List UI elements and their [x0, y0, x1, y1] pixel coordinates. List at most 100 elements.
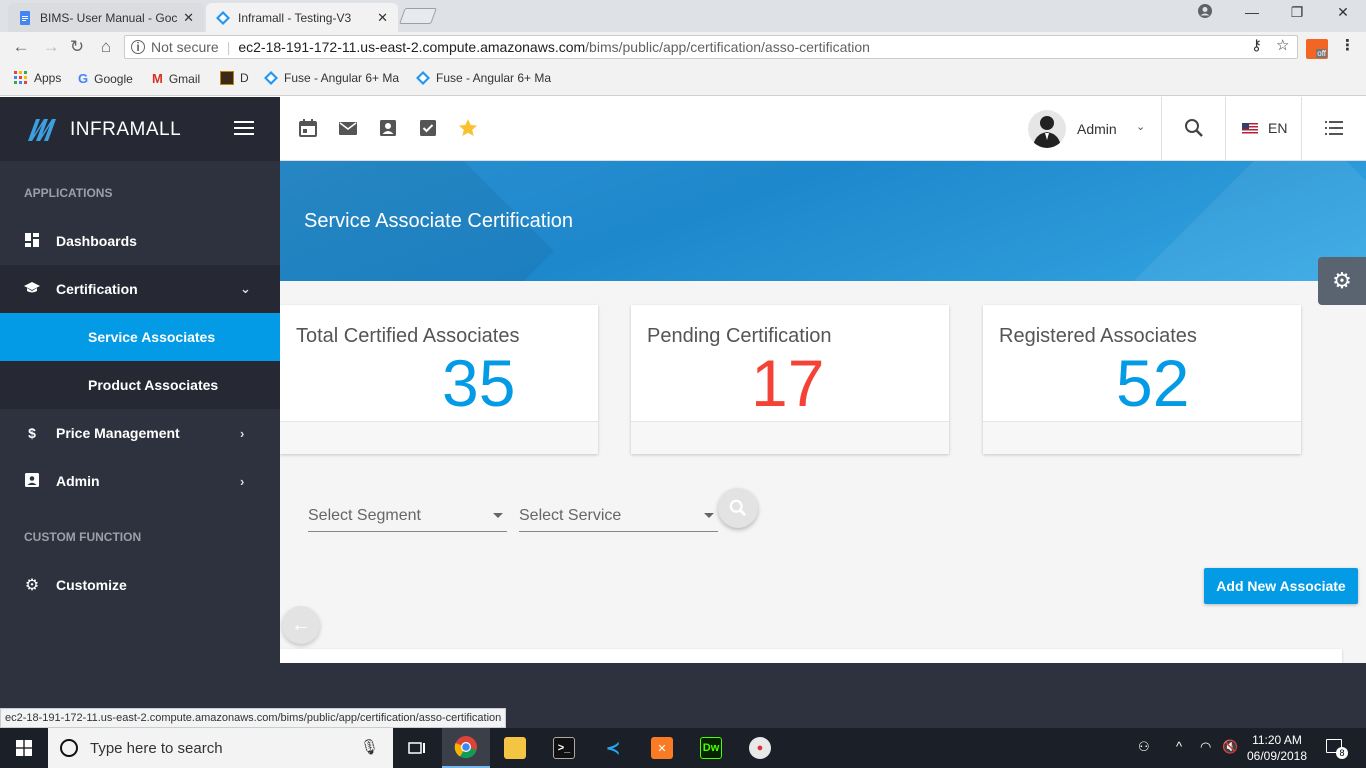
sidebar-item-label: Product Associates [88, 377, 219, 393]
hamburger-menu-icon[interactable] [234, 121, 254, 139]
us-flag-icon [1242, 122, 1258, 134]
sidebar-item-product-associates[interactable]: Product Associates [0, 361, 280, 409]
notification-count: 8 [1336, 747, 1348, 759]
school-icon [24, 281, 40, 298]
dreamweaver-icon: Dw [700, 737, 722, 759]
bookmark-google[interactable]: G Google [78, 71, 133, 86]
sidebar-header: INFRAMALL [0, 97, 280, 161]
sidebar-item-price-management[interactable]: $ Price Management › [0, 409, 280, 457]
segment-select[interactable]: Select Segment [308, 500, 507, 532]
app-toolbar: Admin ⌄ EN [280, 97, 1366, 161]
wifi-icon[interactable]: ◠ [1200, 739, 1211, 755]
bookmark-label: Fuse - Angular 6+ Ma [436, 71, 552, 85]
omnibox-divider: | [226, 39, 231, 55]
stat-value: 52 [1116, 346, 1190, 420]
restore-window-icon[interactable]: ❐ [1285, 4, 1309, 21]
sidebar-item-service-associates[interactable]: Service Associates [0, 313, 280, 361]
star-icon[interactable] [458, 118, 478, 138]
terminal-icon: >_ [553, 737, 575, 759]
paint-icon: ● [749, 737, 771, 759]
taskbar-dreamweaver[interactable]: Dw [687, 728, 735, 768]
back-arrow-icon[interactable]: ← [10, 37, 32, 57]
service-select[interactable]: Select Service [519, 500, 718, 532]
add-new-associate-button[interactable]: Add New Associate [1204, 568, 1358, 604]
windows-logo-icon [16, 740, 32, 756]
taskbar-search-box[interactable]: Type here to search 🎙 [48, 728, 393, 768]
search-button[interactable] [718, 488, 758, 528]
bookmark-label: D [240, 71, 249, 85]
bookmarks-bar: Apps G Google M Gmail D Fuse - Angular 6… [0, 62, 1366, 96]
taskbar-xampp[interactable]: ✕ [638, 728, 686, 768]
volume-muted-icon[interactable]: 🔇 [1222, 739, 1238, 755]
sidebar-item-customize[interactable]: ⚙ Customize [0, 561, 280, 609]
sidebar-item-admin[interactable]: Admin › [0, 457, 280, 505]
task-view-button[interactable] [393, 728, 441, 768]
bookmark-apps[interactable]: Apps [14, 71, 61, 85]
start-button[interactable] [0, 728, 48, 768]
bookmark-gmail[interactable]: M Gmail [152, 71, 200, 86]
bookmark-star-icon[interactable]: ☆ [1276, 36, 1289, 54]
search-icon [729, 499, 747, 517]
user-menu[interactable]: Admin ⌄ [1028, 107, 1160, 151]
sidebar-item-label: Customize [56, 577, 127, 593]
tab-bims-user-manual[interactable]: BIMS- User Manual - Goc ✕ [8, 3, 204, 32]
taskbar-paint[interactable]: ● [736, 728, 784, 768]
calendar-icon[interactable] [298, 118, 318, 138]
chevron-up-icon[interactable]: ^ [1176, 739, 1182, 754]
list-menu-icon[interactable] [1324, 118, 1344, 138]
tab-title: Inframall - Testing-V3 [238, 10, 352, 25]
people-icon[interactable]: ⚇ [1138, 739, 1150, 755]
action-center-icon[interactable]: 8 [1326, 739, 1348, 759]
language-selector[interactable]: EN [1242, 120, 1287, 136]
chevron-down-icon: ⌄ [1136, 121, 1146, 133]
toolbar-divider [1161, 97, 1162, 161]
new-tab-button[interactable] [399, 8, 437, 24]
forward-arrow-icon[interactable]: → [40, 37, 62, 57]
bookmark-d[interactable]: D [220, 71, 249, 85]
address-bar[interactable]: i Not secure | ec2-18-191-172-11.us-east… [124, 35, 1298, 59]
fuse-icon [416, 71, 430, 85]
back-button[interactable]: ← [282, 606, 320, 644]
info-icon[interactable]: i [131, 40, 145, 54]
profile-icon[interactable] [1193, 4, 1217, 21]
xampp-icon: ✕ [651, 737, 673, 759]
sidebar-item-label: Dashboards [56, 233, 137, 249]
taskbar-clock[interactable]: 11:20 AM 06/09/2018 [1244, 732, 1310, 764]
reload-icon[interactable]: ↻ [66, 37, 88, 57]
taskbar-chrome[interactable] [442, 728, 490, 768]
close-tab-icon[interactable]: ✕ [183, 10, 194, 26]
minimize-window-icon[interactable]: — [1240, 4, 1264, 20]
checkbox-icon[interactable] [418, 118, 438, 138]
dropdown-arrow-icon [493, 513, 503, 518]
tab-inframall[interactable]: Inframall - Testing-V3 ✕ [206, 3, 398, 32]
sidebar-item-certification[interactable]: Certification ⌄ [0, 265, 280, 313]
tab-title: BIMS- User Manual - Goc [40, 10, 178, 25]
taskbar-vscode[interactable]: ≺ [589, 728, 637, 768]
taskbar-file-explorer[interactable] [491, 728, 539, 768]
extension-off-icon[interactable]: off [1306, 39, 1328, 59]
user-name: Admin [1077, 121, 1117, 137]
taskbar-terminal[interactable]: >_ [540, 728, 588, 768]
extension-badge: off [1316, 49, 1327, 58]
sidebar-item-dashboards[interactable]: Dashboards [0, 217, 280, 265]
bookmark-fuse-2[interactable]: Fuse - Angular 6+ Ma [416, 71, 551, 85]
page-title: Service Associate Certification [304, 210, 574, 232]
chevron-right-icon: › [240, 473, 245, 489]
cortana-icon [60, 739, 78, 757]
settings-panel-toggle[interactable]: ⚙ [1318, 257, 1366, 305]
clock-time: 11:20 AM [1252, 733, 1302, 747]
stat-card-total-certified: Total Certified Associates 35 [280, 305, 598, 454]
close-tab-icon[interactable]: ✕ [377, 10, 388, 26]
contact-icon[interactable] [378, 118, 398, 138]
microphone-icon[interactable]: 🎙 [360, 738, 379, 756]
sidebar-item-label: Price Management [56, 425, 180, 441]
key-icon[interactable]: ⚷ [1251, 36, 1262, 54]
bookmark-fuse-1[interactable]: Fuse - Angular 6+ Ma [264, 71, 399, 85]
mail-icon[interactable] [338, 118, 358, 138]
bookmark-label: Gmail [168, 71, 201, 86]
home-icon[interactable]: ⌂ [95, 37, 117, 57]
section-custom-function: CUSTOM FUNCTION [24, 530, 142, 544]
close-window-icon[interactable]: ✕ [1331, 4, 1355, 21]
search-icon[interactable] [1184, 118, 1204, 138]
chrome-menu-icon[interactable]: ⋮ [1340, 36, 1355, 54]
